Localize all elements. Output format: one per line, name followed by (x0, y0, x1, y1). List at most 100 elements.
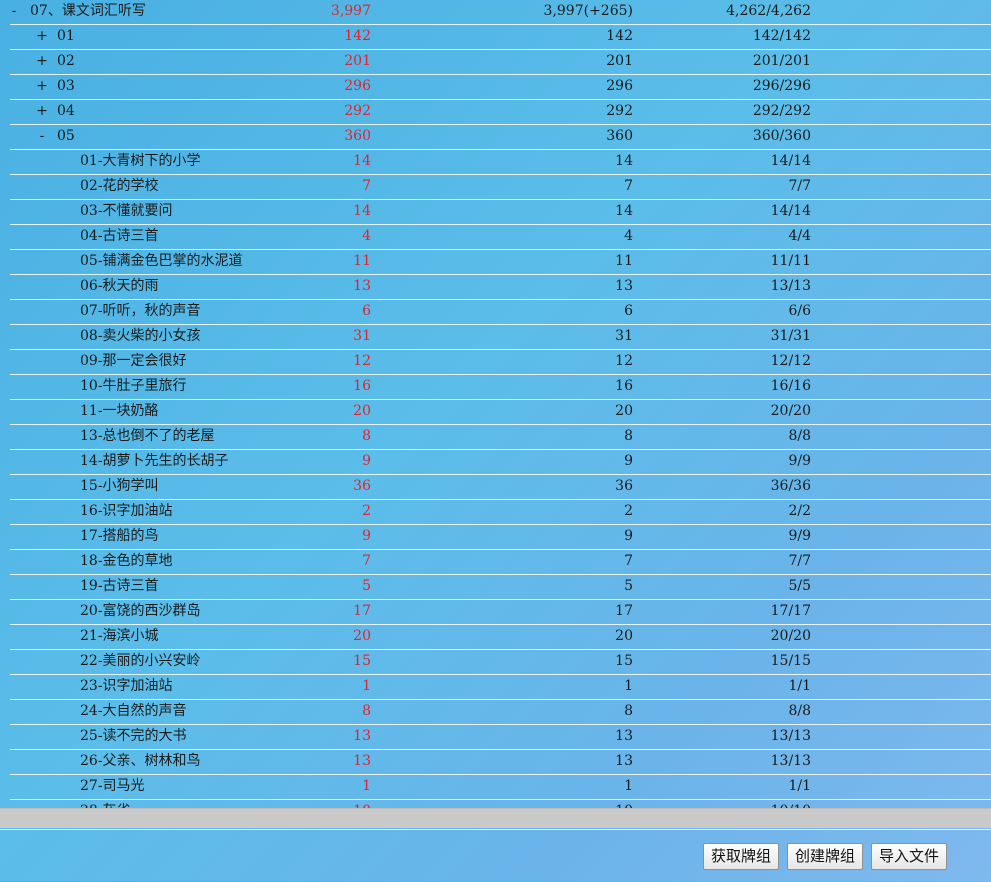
row-new-count: 13 (353, 753, 371, 769)
row-name: 13-总也倒不了的老屋 (80, 428, 215, 444)
subdeck-row[interactable]: +04 292 292 292/292 (10, 100, 991, 125)
lesson-row[interactable]: 13-总也倒不了的老屋 8 8 8/8 (10, 425, 991, 450)
row-new-count: 20 (353, 628, 371, 644)
lesson-row[interactable]: 09-那一定会很好 12 12 12/12 (10, 350, 991, 375)
create-deck-button[interactable]: 创建牌组 (787, 843, 864, 870)
lesson-row[interactable]: 05-铺满金色巴掌的水泥道 11 11 11/11 (10, 250, 991, 275)
row-progress: 20/20 (770, 628, 811, 644)
row-progress: 7/7 (788, 178, 811, 194)
row-total-count: 20 (615, 403, 633, 419)
row-new-count: 201 (344, 53, 371, 69)
lesson-row[interactable]: 27-司马光 1 1 1/1 (10, 775, 991, 800)
row-progress: 16/16 (770, 378, 811, 394)
lesson-row[interactable]: 28-灰雀 10 10 10/10 (10, 800, 991, 808)
lesson-row[interactable]: 19-古诗三首 5 5 5/5 (10, 575, 991, 600)
row-new-count: 13 (353, 278, 371, 294)
horizontal-scrollbar[interactable] (0, 808, 991, 828)
row-progress: 142/142 (752, 28, 811, 44)
lesson-row[interactable]: 04-古诗三首 4 4 4/4 (10, 225, 991, 250)
deck-tree: -07、课文词汇听写 3,997 3,997(+265) 4,262/4,262 +01… (0, 0, 991, 808)
row-total-count: 13 (615, 753, 633, 769)
expand-toggle[interactable]: + (35, 75, 49, 97)
row-progress: 1/1 (788, 678, 811, 694)
row-new-count: 17 (353, 603, 371, 619)
lesson-row[interactable]: 03-不懂就要问 14 14 14/14 (10, 200, 991, 225)
lesson-row[interactable]: 10-牛肚子里旅行 16 16 16/16 (10, 375, 991, 400)
lesson-row[interactable]: 18-金色的草地 7 7 7/7 (10, 550, 991, 575)
lesson-row[interactable]: 25-读不完的大书 13 13 13/13 (10, 725, 991, 750)
subdeck-row[interactable]: +03 296 296 296/296 (10, 75, 991, 100)
row-progress: 12/12 (770, 353, 811, 369)
row-total-count: 1 (624, 678, 633, 694)
lesson-row[interactable]: 16-识字加油站 2 2 2/2 (10, 500, 991, 525)
subdeck-row[interactable]: -05 360 360 360/360 (10, 125, 991, 150)
row-total-count: 8 (624, 703, 633, 719)
lesson-row[interactable]: 17-搭船的鸟 9 9 9/9 (10, 525, 991, 550)
get-deck-button[interactable]: 获取牌组 (703, 843, 780, 870)
row-new-count: 31 (353, 328, 371, 344)
lesson-row[interactable]: 08-卖火柴的小女孩 31 31 31/31 (10, 325, 991, 350)
lesson-row[interactable]: 23-识字加油站 1 1 1/1 (10, 675, 991, 700)
row-name: 14-胡萝卜先生的长胡子 (80, 453, 229, 469)
row-name: 02-花的学校 (80, 178, 159, 194)
row-progress: 20/20 (770, 403, 811, 419)
row-total-count: 11 (615, 253, 633, 269)
row-name: 03 (57, 78, 75, 94)
row-name: 02 (57, 53, 75, 69)
row-name: 21-海滨小城 (80, 628, 159, 644)
expand-toggle[interactable]: + (35, 25, 49, 47)
lesson-row[interactable]: 22-美丽的小兴安岭 15 15 15/15 (10, 650, 991, 675)
subdeck-row[interactable]: +02 201 201 201/201 (10, 50, 991, 75)
lesson-row[interactable]: 24-大自然的声音 8 8 8/8 (10, 700, 991, 725)
row-total-count: 7 (624, 553, 633, 569)
row-new-count: 4 (362, 228, 371, 244)
deck-row[interactable]: -07、课文词汇听写 3,997 3,997(+265) 4,262/4,262 (10, 0, 991, 25)
lesson-row[interactable]: 07-听听，秋的声音 6 6 6/6 (10, 300, 991, 325)
row-progress: 17/17 (770, 603, 811, 619)
row-total-count: 36 (615, 478, 633, 494)
row-progress: 13/13 (770, 278, 811, 294)
expand-toggle[interactable]: + (35, 100, 49, 122)
lesson-row[interactable]: 11-一块奶酪 20 20 20/20 (10, 400, 991, 425)
row-new-count: 7 (362, 553, 371, 569)
lesson-row[interactable]: 20-富饶的西沙群岛 17 17 17/17 (10, 600, 991, 625)
row-name: 18-金色的草地 (80, 553, 173, 569)
lesson-row[interactable]: 02-花的学校 7 7 7/7 (10, 175, 991, 200)
import-file-button[interactable]: 导入文件 (871, 843, 948, 870)
lesson-row[interactable]: 01-大青树下的小学 14 14 14/14 (10, 150, 991, 175)
collapse-toggle[interactable]: - (7, 0, 21, 22)
row-progress: 292/292 (752, 103, 811, 119)
row-new-count: 1 (362, 678, 371, 694)
row-total-count: 9 (624, 528, 633, 544)
row-new-count: 142 (344, 28, 371, 44)
row-progress: 14/14 (770, 203, 811, 219)
row-new-count: 6 (362, 303, 371, 319)
row-total-count: 6 (624, 303, 633, 319)
row-new-count: 11 (353, 253, 371, 269)
row-name: 20-富饶的西沙群岛 (80, 603, 201, 619)
lesson-row[interactable]: 06-秋天的雨 13 13 13/13 (10, 275, 991, 300)
row-name: 16-识字加油站 (80, 503, 173, 519)
row-new-count: 8 (362, 428, 371, 444)
lesson-row[interactable]: 14-胡萝卜先生的长胡子 9 9 9/9 (10, 450, 991, 475)
footer-bar: 获取牌组 创建牌组 导入文件 (0, 829, 991, 882)
row-total-count: 17 (615, 603, 633, 619)
row-total-count: 14 (615, 203, 633, 219)
subdeck-row[interactable]: +01 142 142 142/142 (10, 25, 991, 50)
lesson-row[interactable]: 26-父亲、树林和鸟 13 13 13/13 (10, 750, 991, 775)
row-new-count: 10 (353, 800, 371, 808)
row-progress: 296/296 (752, 78, 811, 94)
row-name: 11-一块奶酪 (80, 403, 159, 419)
collapse-toggle[interactable]: - (35, 125, 49, 147)
row-total-count: 292 (606, 103, 633, 119)
lesson-row[interactable]: 21-海滨小城 20 20 20/20 (10, 625, 991, 650)
row-name: 15-小狗学叫 (80, 478, 159, 494)
lesson-row[interactable]: 15-小狗学叫 36 36 36/36 (10, 475, 991, 500)
row-new-count: 20 (353, 403, 371, 419)
row-total-count: 8 (624, 428, 633, 444)
expand-toggle[interactable]: + (35, 50, 49, 72)
row-name: 03-不懂就要问 (80, 203, 173, 219)
row-new-count: 13 (353, 728, 371, 744)
row-progress: 15/15 (770, 653, 811, 669)
row-new-count: 9 (362, 528, 371, 544)
